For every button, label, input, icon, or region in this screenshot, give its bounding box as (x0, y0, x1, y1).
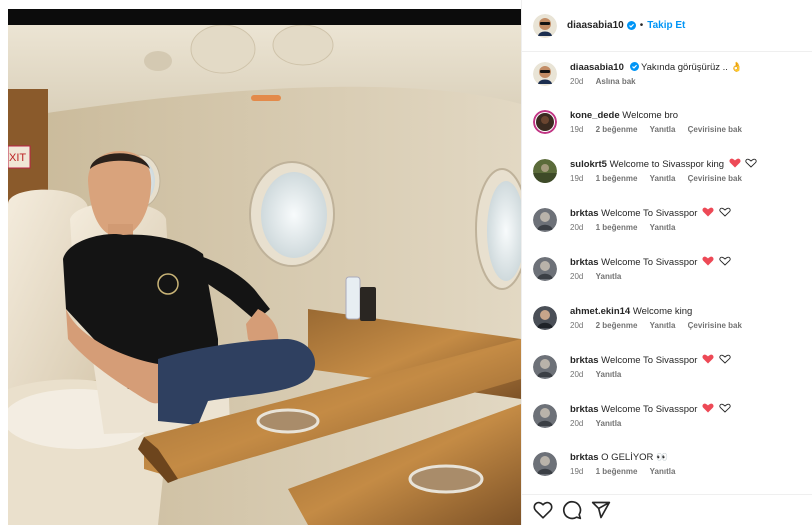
reply-button[interactable]: Yanıtla (650, 467, 676, 476)
share-icon (591, 501, 611, 519)
red-heart-emoji-icon (702, 207, 714, 217)
comment-age[interactable]: 20d (570, 419, 583, 428)
reply-button[interactable]: Yanıtla (650, 174, 676, 183)
caption-username[interactable]: diaasabia10 (570, 62, 624, 73)
caption-translate-link[interactable]: Aslına bak (596, 77, 636, 86)
red-heart-emoji-icon (702, 354, 714, 364)
comment-age[interactable]: 19d (570, 125, 583, 134)
comment-likes[interactable]: 2 beğenme (596, 125, 638, 134)
comment-text: Welcome king (632, 306, 693, 317)
comment-avatar[interactable] (533, 159, 557, 183)
share-button[interactable] (590, 499, 612, 521)
comment-item: brktas O GELİYOR 👀 19d 1 beğenme Yanıtla (533, 451, 808, 476)
verified-badge-icon (626, 21, 636, 30)
separator-dot: • (639, 20, 644, 31)
comment-avatar[interactable] (533, 306, 557, 330)
comment-username[interactable]: kone_dede (570, 110, 620, 121)
comment-username[interactable]: brktas (570, 355, 599, 366)
comment-item: brktas Welcome To Sivasspor 20d 1 beğenm… (533, 207, 808, 232)
comment-item: sulokrt5 Welcome to Sivasspor king 19d 1… (533, 158, 808, 183)
comments-list[interactable]: diaasabia10 Yakında görüşürüz .. 👌 20d A… (522, 52, 812, 488)
comment-text: Welcome bro (622, 110, 679, 121)
red-heart-emoji-icon (702, 256, 714, 266)
comment-text: O GELİYOR 👀 (601, 452, 668, 463)
comment-avatar[interactable] (533, 257, 557, 281)
post-photo[interactable]: XIT (8, 9, 521, 525)
comment-username[interactable]: brktas (570, 257, 599, 268)
comment-avatar[interactable] (533, 110, 557, 134)
white-heart-emoji-icon (719, 354, 731, 364)
caption-age[interactable]: 20d (570, 77, 583, 86)
reply-button[interactable]: Yanıtla (596, 419, 622, 428)
comment-username[interactable]: sulokrt5 (570, 159, 607, 170)
jet-cabin-illustration: XIT (8, 9, 521, 525)
reply-button[interactable]: Yanıtla (650, 223, 676, 232)
translate-link[interactable]: Çevirisine bak (688, 125, 742, 134)
white-heart-emoji-icon (719, 403, 731, 413)
comment-likes[interactable]: 1 beğenme (596, 174, 638, 183)
comment-likes[interactable]: 1 beğenme (596, 467, 638, 476)
comment-likes[interactable]: 1 beğenme (596, 223, 638, 232)
comment-button[interactable] (561, 499, 583, 521)
comment-username[interactable]: brktas (570, 452, 599, 463)
caption-text: Yakında görüşürüz .. 👌 (640, 62, 743, 73)
reply-button[interactable]: Yanıtla (650, 321, 676, 330)
comment-text: Welcome To Sivasspor (601, 355, 698, 366)
comment-item: brktas Welcome To Sivasspor 20d Yanıtla (533, 354, 808, 379)
reply-button[interactable]: Yanıtla (596, 370, 622, 379)
post-actions-bar (522, 494, 812, 525)
white-heart-emoji-icon (719, 256, 731, 266)
comment-username[interactable]: brktas (570, 404, 599, 415)
translate-link[interactable]: Çevirisine bak (688, 321, 742, 330)
comment-text: Welcome to Sivasspor king (609, 159, 725, 170)
reply-button[interactable]: Yanıtla (596, 272, 622, 281)
post-media-pane: XIT (0, 0, 521, 525)
caption-verified-icon (629, 62, 639, 71)
comment-age[interactable]: 20d (570, 370, 583, 379)
translate-link[interactable]: Çevirisine bak (688, 174, 742, 183)
heart-outline-icon (533, 501, 553, 519)
red-heart-emoji-icon (702, 403, 714, 413)
caption-avatar[interactable] (533, 62, 557, 86)
comment-text: Welcome To Sivasspor (601, 404, 698, 415)
comment-age[interactable]: 19d (570, 467, 583, 476)
red-heart-emoji-icon (729, 158, 741, 168)
comment-age[interactable]: 20d (570, 321, 583, 330)
comment-username[interactable]: brktas (570, 208, 599, 219)
svg-text:XIT: XIT (9, 152, 26, 164)
comment-item: kone_dede Welcome bro 19d 2 beğenme Yanı… (533, 109, 808, 134)
comment-text: Welcome To Sivasspor (601, 257, 698, 268)
comment-item: ahmet.ekin14 Welcome king 20d 2 beğenme … (533, 305, 808, 330)
comment-age[interactable]: 19d (570, 174, 583, 183)
comment-age[interactable]: 20d (570, 223, 583, 232)
post-side-panel: diaasabia10 • Takip Et diaasabia10 Yakın… (521, 0, 812, 525)
comment-avatar[interactable] (533, 404, 557, 428)
white-heart-emoji-icon (719, 207, 731, 217)
caption-item: diaasabia10 Yakında görüşürüz .. 👌 20d A… (533, 61, 808, 86)
post-header: diaasabia10 • Takip Et (522, 0, 812, 52)
comment-avatar[interactable] (533, 355, 557, 379)
author-avatar[interactable] (533, 13, 557, 38)
like-button[interactable] (532, 499, 554, 521)
comment-avatar[interactable] (533, 208, 557, 232)
reply-button[interactable]: Yanıtla (650, 125, 676, 134)
comment-item: brktas Welcome To Sivasspor 20d Yanıtla (533, 256, 808, 281)
comment-username[interactable]: ahmet.ekin14 (570, 306, 630, 317)
comment-text: Welcome To Sivasspor (601, 208, 698, 219)
author-username[interactable]: diaasabia10 (567, 20, 624, 31)
follow-button[interactable]: Takip Et (647, 20, 685, 31)
comment-item: brktas Welcome To Sivasspor 20d Yanıtla (533, 403, 808, 428)
white-heart-emoji-icon (745, 158, 757, 168)
comment-icon (562, 500, 582, 520)
comment-likes[interactable]: 2 beğenme (596, 321, 638, 330)
comment-age[interactable]: 20d (570, 272, 583, 281)
comment-avatar[interactable] (533, 452, 557, 476)
